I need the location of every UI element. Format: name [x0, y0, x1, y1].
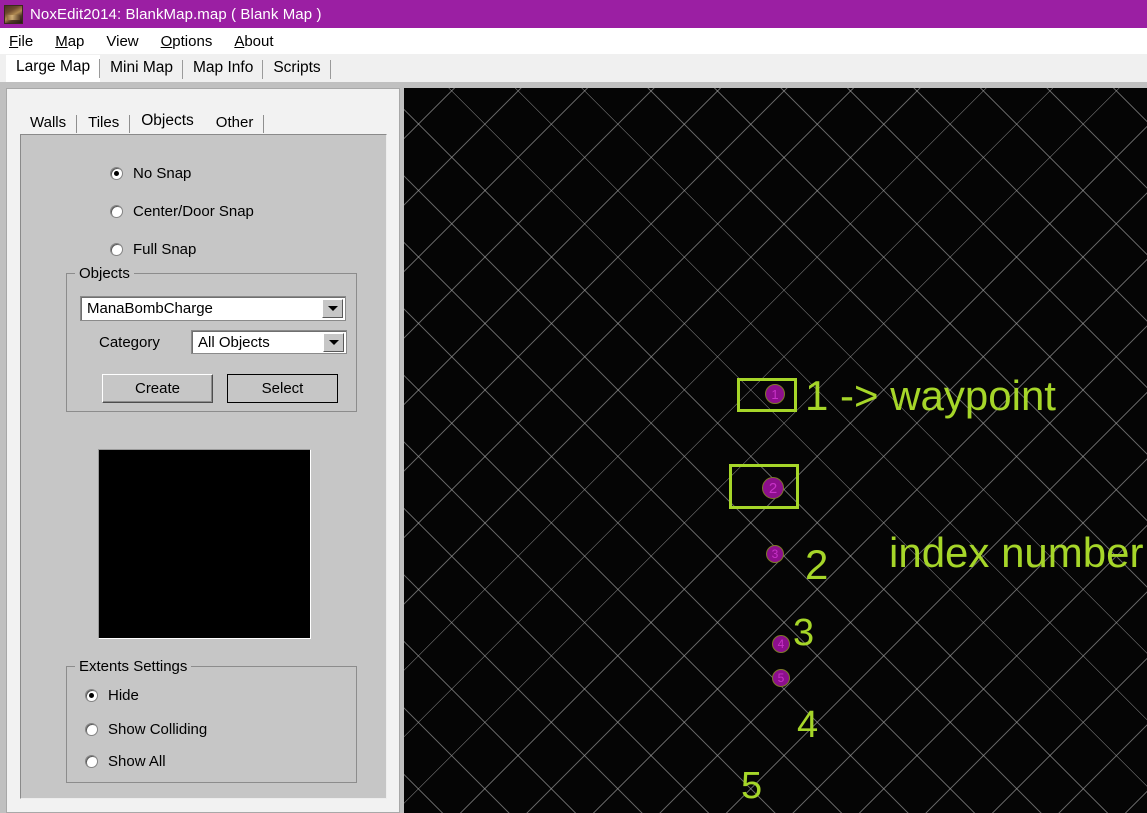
tab-scripts[interactable]: Scripts [263, 56, 331, 82]
create-button[interactable]: Create [102, 374, 213, 403]
waypoint-marker-5-index: 5 [777, 671, 785, 685]
waypoint-marker-4[interactable]: 4 [772, 635, 790, 653]
create-button-label: Create [134, 380, 181, 397]
radio-no-snap-indicator[interactable] [110, 167, 123, 180]
inner-tab-objects[interactable]: Objects [130, 112, 205, 135]
object-tab-strip: Walls Tiles Objects Other [19, 109, 265, 135]
waypoint-marker-2-index: 2 [768, 479, 778, 497]
tab-separator [329, 60, 331, 79]
chevron-down-icon [327, 306, 338, 311]
inner-tab-walls[interactable]: Walls [19, 112, 78, 135]
menu-bar: File Map View Options About [0, 28, 1147, 54]
menu-item-view[interactable]: View [106, 31, 147, 52]
tab-map-info[interactable]: Map Info [183, 56, 264, 82]
waypoint-marker-2[interactable]: 2 [762, 477, 784, 499]
object-combo-button[interactable] [322, 299, 343, 318]
chevron-down-icon [328, 339, 339, 345]
inner-tab-other-label: Other [215, 114, 254, 131]
radio-no-snap[interactable]: No Snap [110, 165, 191, 182]
map-grid [404, 88, 1147, 813]
annotation-label-2: 2 [805, 541, 829, 588]
objects-group-title: Objects [75, 265, 134, 282]
tab-mini-map-label: Mini Map [110, 59, 173, 76]
annotation-waypoint-legend: 1 -> waypoint [805, 372, 1056, 419]
select-button[interactable]: Select [227, 374, 338, 403]
radio-show-colliding-indicator[interactable] [85, 723, 98, 736]
noxedit-window: NoxEdit2014: BlankMap.map ( Blank Map ) … [0, 0, 1147, 813]
radio-center-door-snap[interactable]: Center/Door Snap [110, 203, 254, 220]
window-title: NoxEdit2014: BlankMap.map ( Blank Map ) [30, 5, 322, 23]
category-combo-button[interactable] [323, 332, 344, 352]
tab-large-map[interactable]: Large Map [6, 55, 101, 82]
radio-no-snap-label: No Snap [133, 165, 192, 182]
inner-tab-other[interactable]: Other [205, 112, 265, 135]
radio-show-colliding[interactable]: Show Colliding [85, 721, 207, 738]
inner-tab-tiles-label: Tiles [88, 114, 120, 131]
tab-mini-map[interactable]: Mini Map [100, 56, 183, 82]
waypoint-marker-4-index: 4 [777, 637, 785, 651]
radio-center-door-snap-indicator[interactable] [110, 205, 123, 218]
radio-full-snap[interactable]: Full Snap [110, 241, 196, 258]
tab-separator [263, 115, 265, 133]
objects-group: Objects ManaBombCharge Category All Obje… [66, 265, 357, 412]
menu-item-about[interactable]: About [234, 31, 282, 52]
radio-center-door-snap-label: Center/Door Snap [133, 203, 254, 220]
annotation-label-4: 4 [797, 704, 819, 746]
extents-settings-group: Extents Settings Hide Show Colliding Sho… [66, 658, 357, 783]
annotation-label-5: 5 [741, 765, 763, 807]
inner-tab-walls-label: Walls [30, 114, 67, 131]
radio-show-all[interactable]: Show All [85, 753, 166, 770]
tab-map-info-label: Map Info [193, 59, 254, 76]
title-bar: NoxEdit2014: BlankMap.map ( Blank Map ) [0, 0, 1147, 28]
object-preview [98, 449, 311, 639]
app-icon [4, 4, 23, 24]
inner-tab-objects-label: Objects [141, 112, 194, 129]
waypoint-marker-5[interactable]: 5 [772, 669, 790, 687]
annotation-label-3: 3 [793, 612, 815, 654]
radio-hide[interactable]: Hide [85, 687, 139, 704]
category-label: Category [99, 334, 160, 351]
extents-settings-title: Extents Settings [75, 658, 192, 675]
tab-large-map-label: Large Map [16, 58, 91, 75]
main-tab-strip: Large Map Mini Map Map Info Scripts [0, 54, 1147, 82]
waypoint-marker-3-index: 3 [771, 547, 779, 561]
radio-hide-indicator[interactable] [85, 689, 98, 702]
tab-scripts-label: Scripts [273, 59, 321, 76]
waypoint-marker-3[interactable]: 3 [766, 545, 784, 563]
radio-show-colliding-label: Show Colliding [108, 721, 208, 738]
select-button-label: Select [261, 380, 304, 397]
objects-tab-panel: No Snap Center/Door Snap Full Snap Objec… [20, 134, 387, 799]
object-combo[interactable]: ManaBombCharge [80, 296, 346, 321]
annotation-index-number-legend: index number [889, 529, 1144, 576]
radio-hide-label: Hide [108, 687, 139, 704]
waypoint-marker-1-index: 1 [771, 386, 779, 402]
menu-item-file[interactable]: File [9, 31, 42, 52]
radio-show-all-label: Show All [108, 753, 166, 770]
radio-full-snap-indicator[interactable] [110, 243, 123, 256]
category-combo-value: All Objects [198, 333, 270, 351]
waypoint-marker-1[interactable]: 1 [765, 384, 785, 404]
map-canvas[interactable]: 1 2 3 4 5 1 -> waypoint 2 index number 3… [404, 88, 1147, 813]
category-combo[interactable]: All Objects [191, 330, 347, 354]
left-tool-panel: Walls Tiles Objects Other No Snap Center… [6, 88, 400, 813]
radio-show-all-indicator[interactable] [85, 755, 98, 768]
menu-item-options[interactable]: Options [161, 31, 222, 52]
menu-item-map[interactable]: Map [55, 31, 93, 52]
object-combo-value: ManaBombCharge [87, 300, 213, 317]
inner-tab-tiles[interactable]: Tiles [77, 112, 131, 135]
radio-full-snap-label: Full Snap [133, 241, 197, 258]
